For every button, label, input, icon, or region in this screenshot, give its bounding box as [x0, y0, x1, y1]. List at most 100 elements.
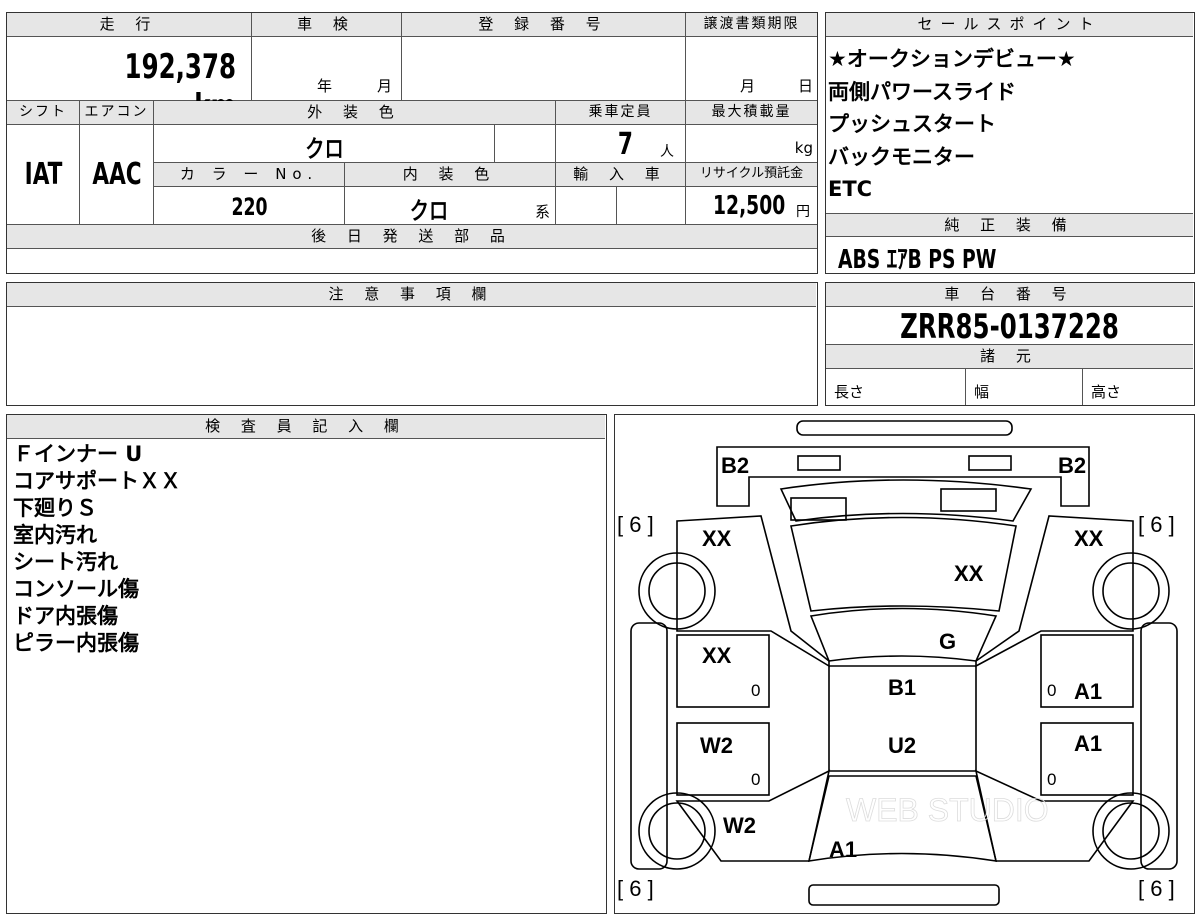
- interior-cell: クロ 系: [345, 187, 556, 225]
- tire-bottom-left: [638, 792, 716, 870]
- mark-tire-br: [ 6 ]: [1138, 876, 1175, 901]
- mark-door-fl-num: 0: [751, 770, 760, 789]
- aircon-header: エアコン: [80, 101, 154, 125]
- mark-door-rr-num: 0: [1047, 681, 1056, 700]
- width-cell: 幅: [966, 369, 1083, 405]
- mark-rear-glass: G: [939, 629, 956, 654]
- deadline-month: 月: [740, 77, 756, 95]
- rear-bumper: [796, 420, 1013, 436]
- mark-door-rr: A1: [1074, 679, 1102, 704]
- recycle-header: リサイクル預託金: [686, 163, 817, 187]
- import-cell-b: [617, 187, 686, 225]
- interior-suffix: 系: [535, 203, 551, 221]
- recycle-value: 12,500: [713, 191, 786, 221]
- car-diagram-box: B2 B2 [ 6 ] [ 6 ] [ 6 ] [ 6 ] XX XX XX G…: [614, 414, 1195, 914]
- capacity-unit: 人: [660, 144, 674, 160]
- equipment-value: ABS ｴｱB PS PW: [838, 245, 997, 275]
- chassis-value: ZRR85-0137228: [900, 307, 1119, 347]
- maxload-cell: kg: [686, 125, 817, 163]
- width-label: 幅: [974, 383, 990, 401]
- sales-points-list: ★オークションデビュー★ 両側パワースライド プッシュスタート バックモニター …: [828, 43, 1076, 206]
- inspection-year: 年: [317, 77, 333, 95]
- mark-door-fr: A1: [1074, 731, 1102, 756]
- capacity-cell: 7 人: [556, 125, 686, 163]
- inspector-line: コアサポートＸＸ: [13, 469, 181, 493]
- aircon-cell: AAC: [80, 125, 154, 225]
- mark-quarter-left: XX: [702, 526, 732, 551]
- inspector-line: ドア内張傷: [13, 604, 118, 628]
- color-no-value: 220: [231, 193, 268, 221]
- inspection-header: 車 検: [252, 13, 402, 37]
- chassis-cell: ZRR85-0137228: [826, 307, 1193, 347]
- notes-header: 注 意 事 項 欄: [7, 283, 816, 307]
- capacity-value: 7: [617, 127, 633, 162]
- inspector-line: 室内汚れ: [13, 523, 97, 547]
- color-no-header: カ ラ ー No.: [154, 163, 345, 187]
- rear-lamp-inner-right: [940, 488, 997, 512]
- later-parts-cell: [7, 249, 817, 273]
- mark-fender-left: W2: [723, 813, 756, 838]
- inspection-cell: 年 月: [252, 37, 402, 101]
- color-no-cell: 220: [154, 187, 345, 225]
- shift-header: シフト: [7, 101, 80, 125]
- roof-rear: [809, 607, 998, 662]
- shift-cell: IAT: [7, 125, 80, 225]
- sales-point-item: 両側パワースライド: [828, 79, 1016, 104]
- exterior-extra-cell: [495, 125, 556, 163]
- inspector-line: 下廻りＳ: [13, 496, 97, 520]
- deadline-cell: 月 日: [686, 37, 817, 101]
- inspection-month: 月: [377, 77, 393, 95]
- equipment-header: 純 正 装 備: [826, 213, 1193, 237]
- inspector-box: 検 査 員 記 入 欄 Ｆインナー U コアサポートＸＸ 下廻りＳ 室内汚れ シ…: [6, 414, 607, 914]
- recycle-unit: 円: [796, 204, 810, 220]
- later-parts-header: 後 日 発 送 部 品: [7, 225, 817, 249]
- mileage-cell: 192,378 km: [7, 37, 252, 127]
- tire-bottom-left-inner: [648, 802, 706, 860]
- mark-roof-center: B1: [888, 675, 916, 700]
- inspector-line: シート汚れ: [13, 550, 118, 574]
- length-label: 長さ: [834, 383, 865, 401]
- tire-top-right-inner: [1102, 562, 1160, 620]
- registration-cell: [402, 37, 686, 101]
- interior-value: クロ: [409, 197, 449, 225]
- specs-header: 諸 元: [826, 345, 1193, 369]
- inspector-line: コンソール傷: [13, 577, 139, 601]
- right-quarter: [975, 515, 1134, 668]
- tire-top-right: [1092, 552, 1170, 630]
- height-cell: 高さ: [1083, 369, 1193, 405]
- notes-box: 注 意 事 項 欄: [6, 282, 818, 406]
- exterior-value: クロ: [305, 135, 344, 163]
- deadline-day: 日: [798, 77, 814, 95]
- sales-point-item: バックモニター: [828, 144, 975, 169]
- inspector-header: 検 査 員 記 入 欄: [7, 415, 605, 439]
- shift-value: IAT: [24, 157, 63, 192]
- vehicle-info-table: 走 行 車 検 登 録 番 号 譲渡書類期限 192,378 km 年 月 月 …: [6, 12, 818, 274]
- mileage-header: 走 行: [7, 13, 252, 37]
- maxload-header: 最大積載量: [686, 101, 817, 125]
- maxload-unit: kg: [794, 139, 813, 157]
- mark-quarter-right: XX: [1074, 526, 1104, 551]
- mark-rear-right: B2: [1058, 453, 1086, 478]
- mark-hood-center: U2: [888, 733, 916, 758]
- rear-lamp-left: [797, 455, 841, 471]
- deadline-header: 譲渡書類期限: [686, 13, 817, 37]
- mark-door-rl-num: 0: [751, 681, 760, 700]
- aircon-value: AAC: [92, 157, 142, 192]
- mark-door-fr-num: 0: [1047, 770, 1056, 789]
- mark-tire-bl: [ 6 ]: [617, 876, 654, 901]
- interior-header: 内 装 色: [345, 163, 556, 187]
- chassis-header: 車 台 番 号: [826, 283, 1193, 307]
- inspector-notes: Ｆインナー U コアサポートＸＸ 下廻りＳ 室内汚れ シート汚れ コンソール傷 …: [13, 441, 181, 657]
- chassis-box: 車 台 番 号 ZRR85-0137228 諸 元 長さ 幅 高さ: [825, 282, 1195, 406]
- mark-rear-left: B2: [721, 453, 749, 478]
- exterior-header: 外 装 色: [154, 101, 556, 125]
- registration-header: 登 録 番 号: [402, 13, 686, 37]
- front-bumper: [808, 884, 1000, 906]
- rear-window: [779, 479, 1033, 522]
- mark-hood-front: A1: [829, 837, 857, 862]
- sales-points-header: セールスポイント: [826, 13, 1193, 37]
- rear-lamp-right: [968, 455, 1012, 471]
- mark-door-fl: W2: [700, 733, 733, 758]
- mark-tire-tl: [ 6 ]: [617, 512, 654, 537]
- mark-tire-tr: [ 6 ]: [1138, 512, 1175, 537]
